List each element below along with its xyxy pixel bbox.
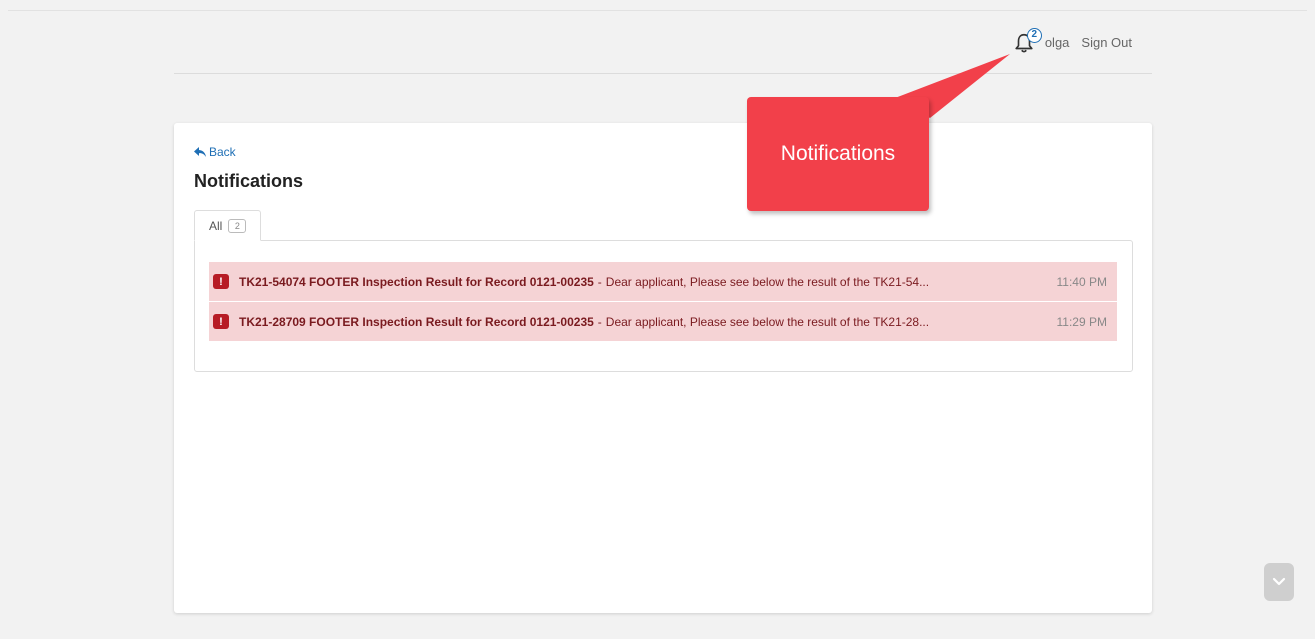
notification-title: TK21-54074 FOOTER Inspection Result for … [239,274,594,289]
callout-label: Notifications [780,142,896,165]
tab-bar: All 2 [194,210,262,241]
back-arrow-icon [194,147,206,157]
alert-icon: ! [213,314,229,329]
notification-list: ! TK21-54074 FOOTER Inspection Result fo… [209,262,1117,342]
username: olga [1044,34,1070,50]
chevron-down-icon [1272,577,1286,586]
notification-time: 11:29 PM [1056,314,1107,329]
tab-all-label: All [209,218,223,233]
notification-title: TK21-28709 FOOTER Inspection Result for … [239,314,594,329]
notification-time: 11:40 PM [1056,274,1107,289]
notification-separator: - [597,314,602,329]
notification-count-badge: 2 [1026,28,1042,43]
back-label: Back [209,145,236,159]
notification-body: Dear applicant, Please see below the res… [605,274,930,289]
notifications-callout: Notifications [747,97,929,211]
tab-all-count: 2 [228,218,247,233]
back-link[interactable]: Back [194,145,236,159]
notification-body: Dear applicant, Please see below the res… [605,314,930,329]
scroll-down-button[interactable] [1264,563,1294,601]
page-title: Notifications [194,171,304,191]
notification-item[interactable]: ! TK21-28709 FOOTER Inspection Result fo… [209,302,1117,342]
notifications-bell-button[interactable]: 2 [1013,28,1042,56]
alert-icon: ! [213,274,229,289]
notifications-panel: ! TK21-54074 FOOTER Inspection Result fo… [194,240,1133,372]
notification-item[interactable]: ! TK21-54074 FOOTER Inspection Result fo… [209,262,1117,302]
header: 2 olga Sign Out [174,18,1152,74]
tab-all[interactable]: All 2 [194,210,262,241]
notification-separator: - [597,274,602,289]
notifications-card: Back Notifications All 2 ! TK21-54074 FO… [174,123,1152,613]
sign-out-link[interactable]: Sign Out [1081,35,1132,50]
top-border [8,10,1307,11]
page: 2 olga Sign Out Back Notifications All 2… [0,0,1315,639]
header-user-area: 2 olga Sign Out [1013,22,1132,62]
